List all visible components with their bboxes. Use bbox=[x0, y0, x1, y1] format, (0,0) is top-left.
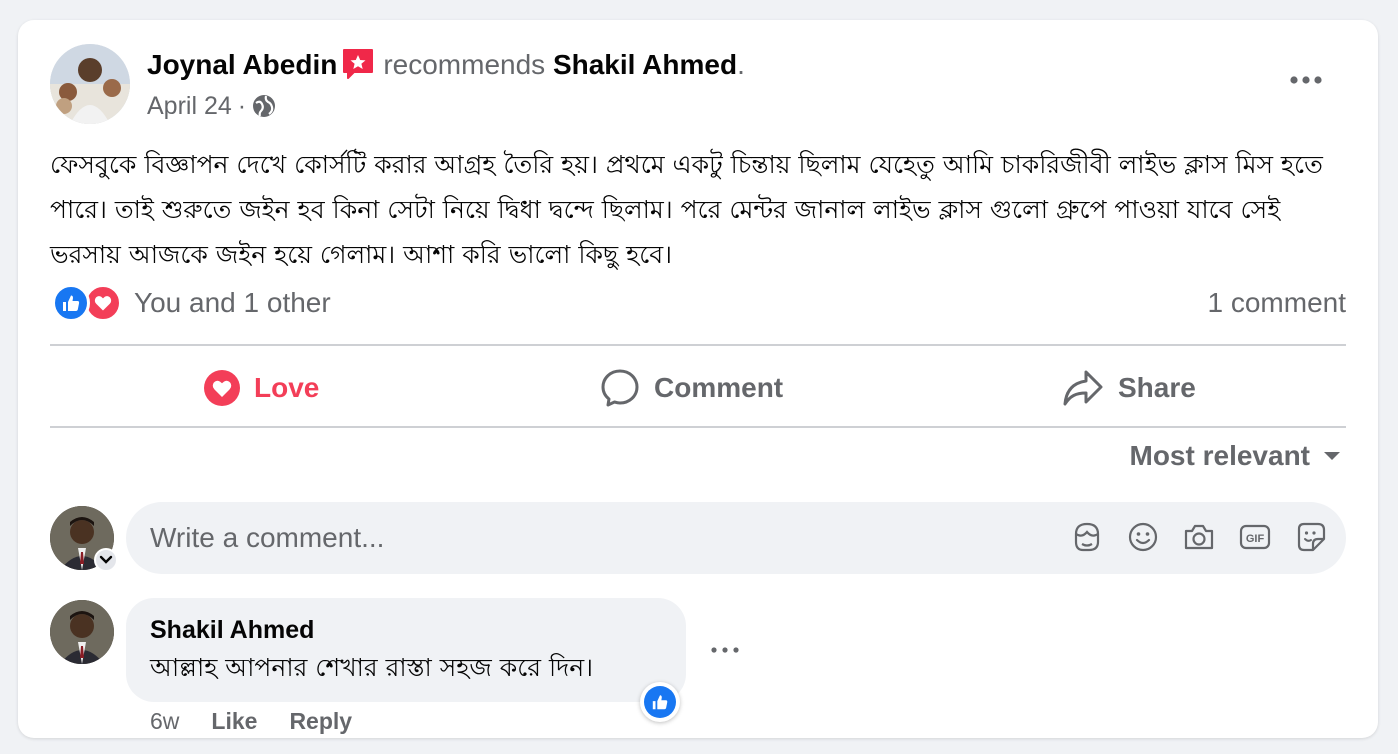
author-name[interactable]: Joynal Abedin bbox=[147, 49, 337, 80]
comment-options-button[interactable] bbox=[708, 638, 742, 662]
comment-bubble-icon bbox=[601, 369, 639, 407]
meta-separator: · bbox=[237, 92, 247, 120]
more-dots-icon bbox=[1290, 76, 1322, 84]
comment-composer: GIF bbox=[126, 502, 1346, 574]
author-avatar[interactable] bbox=[50, 44, 130, 124]
gif-icon[interactable]: GIF bbox=[1238, 520, 1272, 554]
comment-actions: 6w Like Reply bbox=[150, 706, 352, 736]
love-filled-icon bbox=[204, 370, 240, 406]
love-label: Love bbox=[254, 372, 320, 403]
sort-label: Most relevant bbox=[1129, 440, 1311, 471]
more-dots-icon bbox=[711, 647, 739, 653]
comment-like-button[interactable]: Like bbox=[211, 706, 257, 736]
comment-label: Comment bbox=[654, 372, 784, 403]
chevron-down-icon bbox=[99, 555, 113, 564]
emoji-icon[interactable] bbox=[1126, 520, 1160, 554]
recommended-page-name[interactable]: Shakil Ahmed bbox=[553, 49, 737, 80]
comment-reaction-badge[interactable] bbox=[640, 682, 680, 722]
composer-tools: GIF bbox=[1070, 520, 1328, 554]
reaction-summary-text[interactable]: You and 1 other bbox=[134, 287, 331, 319]
like-reaction-icon bbox=[644, 686, 676, 718]
caret-down-icon bbox=[1324, 452, 1340, 460]
comment-reply-button[interactable]: Reply bbox=[289, 706, 352, 736]
reaction-summary[interactable]: You and 1 other bbox=[52, 284, 331, 322]
avatar-sticker-icon[interactable] bbox=[1070, 520, 1104, 554]
comment-sort-dropdown[interactable]: Most relevant bbox=[1130, 440, 1343, 472]
profile-switch-chevron[interactable] bbox=[94, 548, 118, 572]
post-date[interactable]: April 24 bbox=[147, 90, 232, 122]
like-reaction-icon bbox=[52, 284, 90, 322]
love-button[interactable]: Love bbox=[204, 362, 319, 414]
comment-text: আল্লাহ আপনার শেখার রাস্তা সহজ করে দিন। bbox=[150, 653, 594, 682]
svg-text:GIF: GIF bbox=[1246, 533, 1265, 545]
recommends-verb: recommends bbox=[383, 49, 546, 80]
top-fan-badge-icon bbox=[343, 48, 374, 79]
header-period: . bbox=[737, 49, 745, 80]
camera-icon[interactable] bbox=[1182, 520, 1216, 554]
comment-bubble: Shakil Ahmed আল্লাহ আপনার শেখার রাস্তা স… bbox=[126, 598, 686, 702]
sticker-icon[interactable] bbox=[1294, 520, 1328, 554]
comment-button[interactable]: Comment bbox=[600, 362, 783, 414]
post-meta: April 24 · bbox=[147, 90, 276, 122]
share-arrow-icon bbox=[1063, 370, 1103, 406]
divider-top bbox=[50, 344, 1346, 346]
divider-bottom bbox=[50, 426, 1346, 428]
post-body: ফেসবুকে বিজ্ঞাপন দেখে কোর্সটি করার আগ্রহ… bbox=[50, 150, 1323, 269]
globe-icon bbox=[253, 95, 276, 117]
comment-count[interactable]: 1 comment bbox=[1208, 286, 1347, 320]
share-label: Share bbox=[1118, 372, 1196, 403]
post-options-button[interactable] bbox=[1286, 68, 1326, 92]
commenter-name[interactable]: Shakil Ahmed bbox=[150, 614, 662, 646]
comment-input[interactable] bbox=[150, 502, 1030, 574]
post-card: Joynal Abedin recommends Shakil Ahmed. Ap… bbox=[18, 20, 1378, 738]
commenter-avatar[interactable] bbox=[50, 600, 114, 664]
post-header: Joynal Abedin recommends Shakil Ahmed. bbox=[147, 46, 745, 87]
comment-time[interactable]: 6w bbox=[150, 706, 179, 736]
share-button[interactable]: Share bbox=[1062, 362, 1196, 414]
